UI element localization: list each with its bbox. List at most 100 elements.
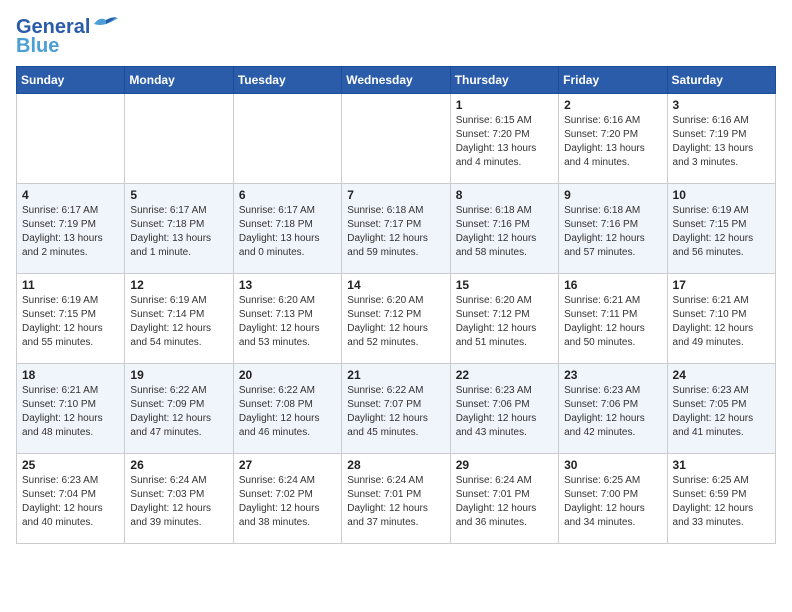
day-info: Sunrise: 6:22 AM Sunset: 7:07 PM Dayligh… — [347, 384, 444, 440]
calendar-cell: 27Sunrise: 6:24 AM Sunset: 7:02 PM Dayli… — [233, 454, 341, 544]
day-number: 6 — [239, 188, 336, 202]
day-info: Sunrise: 6:23 AM Sunset: 7:04 PM Dayligh… — [22, 474, 119, 530]
day-info: Sunrise: 6:19 AM Sunset: 7:15 PM Dayligh… — [22, 294, 119, 350]
calendar-cell — [17, 94, 125, 184]
day-number: 22 — [456, 368, 553, 382]
day-info: Sunrise: 6:24 AM Sunset: 7:02 PM Dayligh… — [239, 474, 336, 530]
day-number: 23 — [564, 368, 661, 382]
calendar-cell: 17 Sunrise: 6:21 AM Sunset: 7:10 PM Dayli… — [667, 274, 775, 364]
day-number: 1 — [456, 98, 553, 112]
calendar-cell: 7 Sunrise: 6:18 AM Sunset: 7:17 PM Daylig… — [342, 184, 450, 274]
day-info: Sunrise: 6:23 AM Sunset: 7:06 PM Dayligh… — [564, 384, 661, 440]
calendar-cell: 8 Sunrise: 6:18 AM Sunset: 7:16 PM Daylig… — [450, 184, 558, 274]
day-number: 11 — [22, 278, 119, 292]
calendar-cell — [233, 94, 341, 184]
day-info: Sunrise: 6:19 AM Sunset: 7:14 PM Dayligh… — [130, 294, 227, 350]
logo-bird-icon — [92, 14, 120, 34]
day-number: 30 — [564, 458, 661, 472]
calendar-cell — [342, 94, 450, 184]
calendar-cell: 20 Sunrise: 6:22 AM Sunset: 7:08 PM Dayli… — [233, 364, 341, 454]
day-of-week-header: Saturday — [667, 67, 775, 94]
calendar-cell: 28 Sunrise: 6:24 AM Sunset: 7:01 PM Dayli… — [342, 454, 450, 544]
day-info: Sunrise: 6:22 AM Sunset: 7:08 PM Dayligh… — [239, 384, 336, 440]
day-number: 15 — [456, 278, 553, 292]
page-header: General Blue — [16, 16, 776, 58]
calendar-cell: 18 Sunrise: 6:21 AM Sunset: 7:10 PM Dayli… — [17, 364, 125, 454]
day-number: 7 — [347, 188, 444, 202]
day-info: Sunrise: 6:25 AM Sunset: 7:00 PM Dayligh… — [564, 474, 661, 530]
calendar-cell: 21Sunrise: 6:22 AM Sunset: 7:07 PM Dayli… — [342, 364, 450, 454]
day-number: 18 — [22, 368, 119, 382]
calendar-cell: 29Sunrise: 6:24 AM Sunset: 7:01 PM Dayli… — [450, 454, 558, 544]
day-number: 9 — [564, 188, 661, 202]
day-info: Sunrise: 6:20 AM Sunset: 7:12 PM Dayligh… — [456, 294, 553, 350]
day-number: 5 — [130, 188, 227, 202]
calendar-cell: 2 Sunrise: 6:16 AM Sunset: 7:20 PM Daylig… — [559, 94, 667, 184]
calendar-cell: 6 Sunrise: 6:17 AM Sunset: 7:18 PM Daylig… — [233, 184, 341, 274]
day-number: 12 — [130, 278, 227, 292]
day-of-week-header: Friday — [559, 67, 667, 94]
day-info: Sunrise: 6:24 AM Sunset: 7:01 PM Dayligh… — [456, 474, 553, 530]
day-info: Sunrise: 6:22 AM Sunset: 7:09 PM Dayligh… — [130, 384, 227, 440]
calendar-cell: 23 Sunrise: 6:23 AM Sunset: 7:06 PM Dayli… — [559, 364, 667, 454]
day-number: 19 — [130, 368, 227, 382]
day-number: 24 — [673, 368, 770, 382]
calendar-body: 1 Sunrise: 6:15 AM Sunset: 7:20 PM Daylig… — [17, 94, 776, 544]
day-number: 20 — [239, 368, 336, 382]
day-number: 4 — [22, 188, 119, 202]
day-info: Sunrise: 6:24 AM Sunset: 7:01 PM Dayligh… — [347, 474, 444, 530]
day-info: Sunrise: 6:16 AM Sunset: 7:19 PM Dayligh… — [673, 114, 770, 170]
calendar-table: SundayMondayTuesdayWednesdayThursdayFrid… — [16, 66, 776, 544]
calendar-cell: 14Sunrise: 6:20 AM Sunset: 7:12 PM Dayli… — [342, 274, 450, 364]
day-number: 10 — [673, 188, 770, 202]
calendar-cell: 30 Sunrise: 6:25 AM Sunset: 7:00 PM Dayli… — [559, 454, 667, 544]
day-info: Sunrise: 6:21 AM Sunset: 7:10 PM Dayligh… — [673, 294, 770, 350]
day-number: 17 — [673, 278, 770, 292]
day-info: Sunrise: 6:21 AM Sunset: 7:11 PM Dayligh… — [564, 294, 661, 350]
day-info: Sunrise: 6:24 AM Sunset: 7:03 PM Dayligh… — [130, 474, 227, 530]
calendar-cell: 9 Sunrise: 6:18 AM Sunset: 7:16 PM Daylig… — [559, 184, 667, 274]
calendar-cell: 25 Sunrise: 6:23 AM Sunset: 7:04 PM Dayli… — [17, 454, 125, 544]
calendar-cell: 3 Sunrise: 6:16 AM Sunset: 7:19 PM Daylig… — [667, 94, 775, 184]
calendar-cell: 26 Sunrise: 6:24 AM Sunset: 7:03 PM Dayli… — [125, 454, 233, 544]
logo-blue: Blue — [16, 35, 59, 58]
calendar-week-row: 4 Sunrise: 6:17 AM Sunset: 7:19 PM Daylig… — [17, 184, 776, 274]
day-of-week-header: Monday — [125, 67, 233, 94]
day-number: 14 — [347, 278, 444, 292]
logo: General Blue — [16, 16, 120, 58]
calendar-cell: 24 Sunrise: 6:23 AM Sunset: 7:05 PM Dayli… — [667, 364, 775, 454]
day-info: Sunrise: 6:16 AM Sunset: 7:20 PM Dayligh… — [564, 114, 661, 170]
calendar-week-row: 11 Sunrise: 6:19 AM Sunset: 7:15 PM Dayli… — [17, 274, 776, 364]
calendar-week-row: 18 Sunrise: 6:21 AM Sunset: 7:10 PM Dayli… — [17, 364, 776, 454]
day-of-week-header: Wednesday — [342, 67, 450, 94]
day-info: Sunrise: 6:15 AM Sunset: 7:20 PM Dayligh… — [456, 114, 553, 170]
day-number: 8 — [456, 188, 553, 202]
day-info: Sunrise: 6:18 AM Sunset: 7:16 PM Dayligh… — [564, 204, 661, 260]
day-info: Sunrise: 6:17 AM Sunset: 7:19 PM Dayligh… — [22, 204, 119, 260]
day-number: 25 — [22, 458, 119, 472]
calendar-cell: 1 Sunrise: 6:15 AM Sunset: 7:20 PM Daylig… — [450, 94, 558, 184]
day-number: 2 — [564, 98, 661, 112]
day-info: Sunrise: 6:23 AM Sunset: 7:06 PM Dayligh… — [456, 384, 553, 440]
day-number: 28 — [347, 458, 444, 472]
calendar-week-row: 25 Sunrise: 6:23 AM Sunset: 7:04 PM Dayli… — [17, 454, 776, 544]
day-info: Sunrise: 6:18 AM Sunset: 7:16 PM Dayligh… — [456, 204, 553, 260]
day-info: Sunrise: 6:23 AM Sunset: 7:05 PM Dayligh… — [673, 384, 770, 440]
day-info: Sunrise: 6:20 AM Sunset: 7:13 PM Dayligh… — [239, 294, 336, 350]
calendar-cell: 31Sunrise: 6:25 AM Sunset: 6:59 PM Dayli… — [667, 454, 775, 544]
day-number: 3 — [673, 98, 770, 112]
calendar-cell: 13Sunrise: 6:20 AM Sunset: 7:13 PM Dayli… — [233, 274, 341, 364]
calendar-week-row: 1 Sunrise: 6:15 AM Sunset: 7:20 PM Daylig… — [17, 94, 776, 184]
day-of-week-header: Thursday — [450, 67, 558, 94]
day-info: Sunrise: 6:17 AM Sunset: 7:18 PM Dayligh… — [239, 204, 336, 260]
calendar-cell: 11 Sunrise: 6:19 AM Sunset: 7:15 PM Dayli… — [17, 274, 125, 364]
day-number: 26 — [130, 458, 227, 472]
day-of-week-header: Sunday — [17, 67, 125, 94]
calendar-cell: 5Sunrise: 6:17 AM Sunset: 7:18 PM Daylig… — [125, 184, 233, 274]
calendar-cell: 22 Sunrise: 6:23 AM Sunset: 7:06 PM Dayli… — [450, 364, 558, 454]
calendar-cell: 10 Sunrise: 6:19 AM Sunset: 7:15 PM Dayli… — [667, 184, 775, 274]
day-info: Sunrise: 6:18 AM Sunset: 7:17 PM Dayligh… — [347, 204, 444, 260]
day-number: 31 — [673, 458, 770, 472]
day-info: Sunrise: 6:21 AM Sunset: 7:10 PM Dayligh… — [22, 384, 119, 440]
day-info: Sunrise: 6:19 AM Sunset: 7:15 PM Dayligh… — [673, 204, 770, 260]
